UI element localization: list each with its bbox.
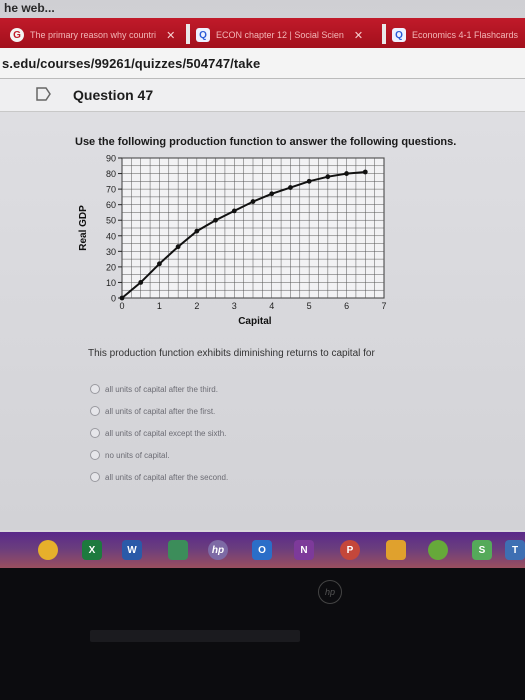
data-point [344, 171, 349, 176]
tab-economics[interactable]: Q Economics 4-1 Flashcards [392, 24, 525, 46]
powerpoint-icon[interactable]: P [340, 540, 360, 560]
y-tick-label: 50 [106, 216, 116, 226]
outlook-icon[interactable]: O [252, 540, 272, 560]
data-point [306, 178, 312, 184]
close-icon[interactable]: ✕ [354, 29, 363, 42]
flag-icon[interactable] [36, 87, 51, 101]
y-tick-label: 10 [106, 278, 116, 288]
hp-logo-icon: hp [318, 580, 342, 604]
data-point [119, 295, 125, 301]
tab-label: The primary reason why countri [30, 30, 157, 40]
radio-button[interactable] [90, 384, 100, 394]
data-point [194, 228, 200, 234]
tab-label: ECON chapter 12 | Social Scien [216, 30, 344, 40]
radio-button[interactable] [90, 406, 100, 416]
tab-label: Economics 4-1 Flashcards [412, 30, 519, 40]
answer-label[interactable]: no units of capital. [105, 451, 169, 460]
tab-separator [186, 24, 190, 44]
address-bar[interactable]: s.edu/courses/99261/quizzes/504747/take [0, 48, 525, 79]
x-tick-label: 2 [194, 301, 199, 311]
y-tick-label: 70 [106, 185, 116, 195]
app-icon[interactable] [386, 540, 406, 560]
data-point [325, 174, 331, 180]
y-tick-label: 60 [106, 200, 116, 210]
answer-label[interactable]: all units of capital after the third. [105, 385, 218, 394]
t-app-icon[interactable]: T [505, 540, 525, 560]
quizlet-icon: Q [196, 28, 210, 42]
question-title: Question 47 [73, 87, 154, 103]
answer-label[interactable]: all units of capital except the sixth. [105, 429, 226, 438]
data-point [269, 191, 275, 197]
url-text[interactable]: s.edu/courses/99261/quizzes/504747/take [2, 56, 260, 71]
screen: he web... G The primary reason why count… [0, 0, 525, 700]
answer-label[interactable]: all units of capital after the first. [105, 407, 215, 416]
question-prompt: This production function exhibits dimini… [88, 348, 375, 359]
tab-bar: G The primary reason why countri ✕ Q ECO… [0, 18, 525, 48]
y-tick-label: 30 [106, 247, 116, 257]
quizlet-icon: Q [392, 28, 406, 42]
answer-option[interactable]: all units of capital after the third. [90, 378, 228, 400]
y-axis-label: Real GDP [78, 205, 89, 251]
google-icon: G [10, 28, 24, 42]
x-tick-label: 3 [232, 301, 237, 311]
answer-option[interactable]: all units of capital after the first. [90, 400, 228, 422]
data-point [157, 261, 162, 267]
y-tick-label: 20 [106, 262, 116, 272]
y-tick-label: 90 [106, 154, 116, 164]
hp-icon[interactable]: hp [208, 540, 228, 560]
answer-option[interactable]: all units of capital after the second. [90, 466, 228, 488]
window-title: he web... [4, 1, 55, 15]
data-point [250, 199, 256, 204]
s-app-icon[interactable]: S [472, 540, 492, 560]
x-axis-label: Capital [238, 316, 272, 327]
answer-option[interactable]: no units of capital. [90, 444, 228, 466]
answer-option[interactable]: all units of capital except the sixth. [90, 422, 228, 444]
y-tick-label: 80 [106, 169, 116, 179]
excel-icon[interactable]: X [82, 540, 102, 560]
x-tick-label: 7 [381, 301, 386, 311]
production-function-chart: 0 10 20 30 40 50 60 70 80 90 0 1 2 3 4 5 6 7 Capital Real G… [78, 154, 387, 328]
wifi-icon[interactable] [428, 540, 448, 560]
x-tick-label: 6 [344, 301, 349, 311]
question-header: Question 47 [0, 79, 525, 112]
answer-label[interactable]: all units of capital after the second. [105, 473, 228, 482]
x-tick-label: 0 [119, 301, 124, 311]
tab-separator [382, 24, 386, 44]
data-point [288, 185, 293, 190]
x-tick-label: 4 [269, 301, 274, 311]
y-tick-label: 0 [111, 294, 116, 304]
data-point [175, 244, 181, 250]
tab-econ[interactable]: Q ECON chapter 12 | Social Scien ✕ [196, 24, 376, 46]
radio-button[interactable] [90, 472, 100, 482]
question-instruction: Use the following production function to… [75, 136, 457, 148]
keyboard-edge [90, 630, 300, 642]
chrome-icon[interactable] [38, 540, 58, 560]
y-tick-label: 40 [106, 231, 116, 241]
data-point [362, 169, 368, 175]
data-point [231, 208, 237, 214]
radio-button[interactable] [90, 450, 100, 460]
x-tick-label: 5 [307, 301, 312, 311]
taskbar: X W hp O N P S T [0, 532, 525, 568]
radio-button[interactable] [90, 428, 100, 438]
word-icon[interactable]: W [122, 540, 142, 560]
data-point [138, 280, 144, 285]
tab-google[interactable]: G The primary reason why countri ✕ [10, 24, 180, 46]
store-icon[interactable] [168, 540, 188, 560]
onenote-icon[interactable]: N [294, 540, 314, 560]
x-tick-label: 1 [157, 301, 162, 311]
data-point [213, 217, 218, 223]
answer-options: all units of capital after the third. al… [90, 378, 228, 488]
close-icon[interactable]: ✕ [166, 29, 175, 42]
